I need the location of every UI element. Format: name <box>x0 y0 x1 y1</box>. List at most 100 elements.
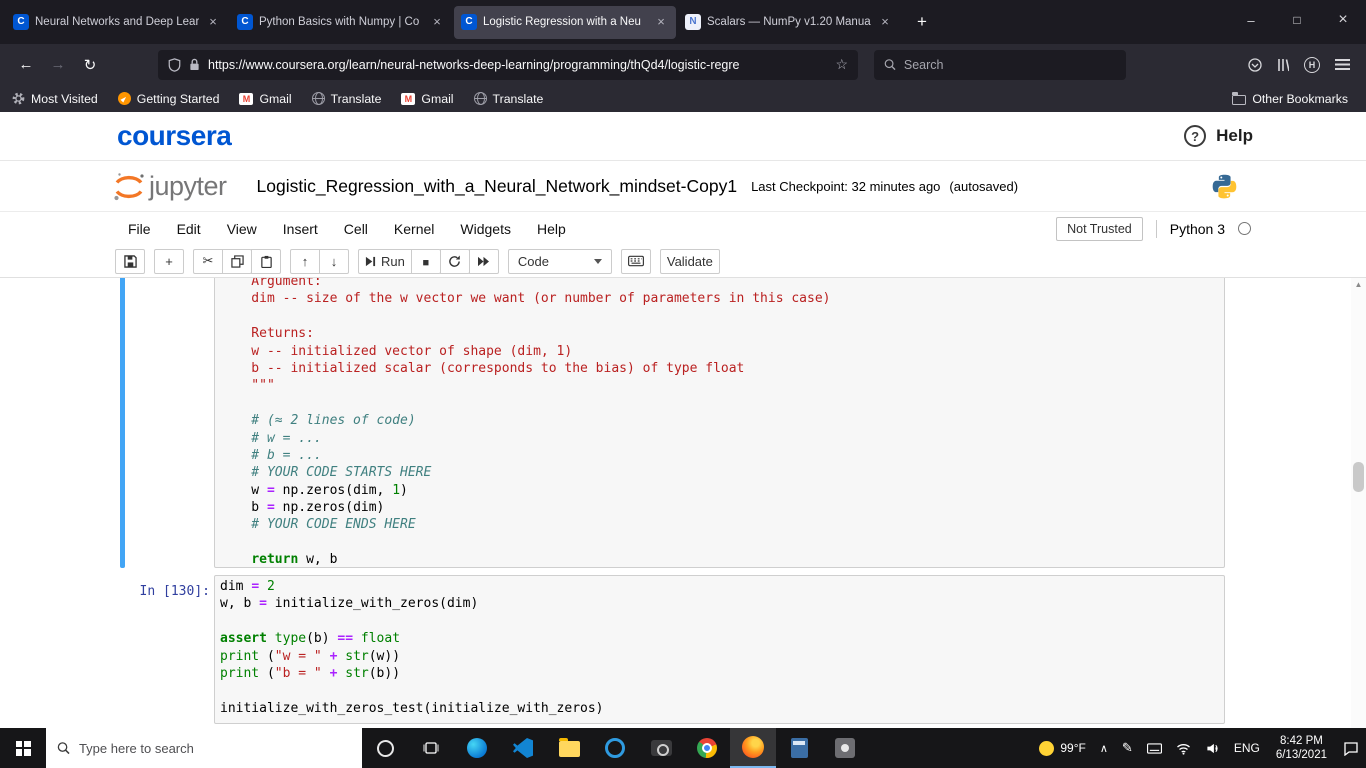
forward-button[interactable] <box>42 50 74 80</box>
window-controls <box>1228 0 1366 40</box>
network-tray-button[interactable] <box>1169 728 1198 768</box>
back-button[interactable] <box>10 50 42 80</box>
edge-app-button[interactable] <box>454 728 500 768</box>
library-icon[interactable] <box>1277 58 1289 72</box>
divider <box>1155 219 1157 238</box>
restart-run-all-button[interactable] <box>468 248 499 274</box>
photos-app-button[interactable] <box>822 728 868 768</box>
blue-ring-app-button[interactable] <box>592 728 638 768</box>
reload-button[interactable] <box>74 50 106 80</box>
sun-icon <box>1039 740 1055 756</box>
vscode-app-button[interactable] <box>500 728 546 768</box>
volume-tray-button[interactable] <box>1198 728 1227 768</box>
notebook-title[interactable]: Logistic_Regression_with_a_Neural_Networ… <box>257 176 738 197</box>
move-cell-up-button[interactable] <box>290 248 320 274</box>
menu-widgets[interactable]: Widgets <box>447 215 524 243</box>
tab-4[interactable]: Scalars — NumPy v1.20 Manual <box>678 6 900 39</box>
chrome-app-button[interactable] <box>684 728 730 768</box>
taskbar-search-input[interactable] <box>78 740 351 756</box>
tracking-shield-icon[interactable] <box>168 57 181 72</box>
run-label: Run <box>381 253 405 269</box>
menu-help[interactable]: Help <box>524 215 579 243</box>
tray-expand-button[interactable] <box>1093 728 1115 768</box>
extension-icon[interactable] <box>1304 56 1320 73</box>
clock[interactable]: 8:42 PM 6/13/2021 <box>1267 728 1336 768</box>
menu-insert[interactable]: Insert <box>270 215 331 243</box>
bookmark-translate-2[interactable]: Translate <box>473 92 543 106</box>
cortana-button[interactable] <box>362 728 408 768</box>
other-bookmarks[interactable]: Other Bookmarks <box>1231 92 1348 106</box>
scrollbar[interactable] <box>1351 278 1366 728</box>
camera-app-button[interactable] <box>638 728 684 768</box>
validate-button[interactable]: Validate <box>659 248 720 274</box>
bookmark-star-icon[interactable] <box>835 56 848 73</box>
paste-cell-button[interactable] <box>251 248 281 274</box>
pocket-icon[interactable] <box>1248 57 1262 72</box>
camera-app-icon <box>650 740 672 756</box>
rocket-icon <box>117 92 131 105</box>
minimize-button[interactable] <box>1228 0 1274 40</box>
scrollbar-thumb[interactable] <box>1353 462 1364 492</box>
bookmark-label: Translate <box>330 91 382 106</box>
menu-kernel[interactable]: Kernel <box>381 215 447 243</box>
menu-icon[interactable] <box>1335 59 1350 70</box>
start-button[interactable] <box>0 728 46 768</box>
tab-1[interactable]: Neural Networks and Deep Lear <box>6 6 228 39</box>
browser-search-box[interactable] <box>874 49 1126 80</box>
weather-widget[interactable]: 99°F <box>1032 728 1092 768</box>
tab-close-icon[interactable] <box>653 14 669 30</box>
taskbar-search-box[interactable] <box>46 728 362 768</box>
firefox-app-button-active[interactable] <box>730 728 776 768</box>
chevron-down-icon <box>593 258 602 264</box>
code-cell-input[interactable]: dim = 2 w, b = initialize_with_zeros(dim)… <box>214 575 1225 724</box>
restart-kernel-button[interactable] <box>439 248 470 274</box>
bookmark-most-visited[interactable]: Most Visited <box>12 92 98 106</box>
bookmark-gmail[interactable]: Gmail <box>239 92 292 106</box>
close-button[interactable] <box>1320 0 1366 40</box>
tab-close-icon[interactable] <box>205 14 221 30</box>
browser-search-input[interactable] <box>903 57 1116 72</box>
scroll-up-icon[interactable] <box>1351 278 1366 292</box>
jupyter-wordmark[interactable]: jupyter <box>149 171 227 202</box>
tab-3-active[interactable]: Logistic Regression with a Neu <box>454 5 676 39</box>
menu-edit[interactable]: Edit <box>164 215 214 243</box>
gear-icon <box>12 92 25 105</box>
calculator-icon <box>790 738 808 758</box>
code-cell-input[interactable]: Argument: dim -- size of the w vector we… <box>214 278 1225 568</box>
add-cell-button[interactable]: + <box>154 248 184 274</box>
tab-close-icon[interactable] <box>877 14 893 30</box>
touch-keyboard-button[interactable] <box>1140 728 1169 768</box>
calculator-app-button[interactable] <box>776 728 822 768</box>
language-indicator[interactable]: ENG <box>1227 728 1267 768</box>
command-palette-button[interactable] <box>620 248 651 274</box>
coursera-logo[interactable]: coursera <box>117 120 232 152</box>
run-button[interactable]: Run <box>358 248 412 274</box>
new-tab-button[interactable] <box>908 8 936 36</box>
url-text[interactable]: https://www.coursera.org/learn/neural-ne… <box>208 58 827 72</box>
time-label: 8:42 PM <box>1280 735 1323 747</box>
file-explorer-button[interactable] <box>546 728 592 768</box>
stop-button[interactable] <box>410 248 441 274</box>
tab-close-icon[interactable] <box>429 14 445 30</box>
menu-file[interactable]: File <box>115 215 164 243</box>
cut-cell-button[interactable] <box>193 248 223 274</box>
bookmark-gmail-2[interactable]: Gmail <box>401 92 454 106</box>
menu-cell[interactable]: Cell <box>331 215 381 243</box>
menu-view[interactable]: View <box>214 215 270 243</box>
cell-type-dropdown[interactable]: Code <box>507 248 612 274</box>
action-center-button[interactable] <box>1336 728 1366 768</box>
tab-2[interactable]: Python Basics with Numpy | Co <box>230 6 452 39</box>
save-button[interactable] <box>115 248 145 274</box>
maximize-button[interactable] <box>1274 0 1320 40</box>
url-bar[interactable]: https://www.coursera.org/learn/neural-ne… <box>158 49 858 80</box>
bookmark-translate[interactable]: Translate <box>311 91 382 106</box>
pen-tray-button[interactable] <box>1115 728 1140 768</box>
help-button[interactable]: Help <box>1184 125 1253 147</box>
copy-cell-button[interactable] <box>222 248 252 274</box>
not-trusted-button[interactable]: Not Trusted <box>1056 216 1143 241</box>
lock-icon[interactable] <box>189 58 200 71</box>
move-cell-down-button[interactable] <box>319 248 349 274</box>
bookmark-getting-started[interactable]: Getting Started <box>117 92 219 106</box>
jupyter-logo-icon[interactable] <box>112 171 146 203</box>
task-view-button[interactable] <box>408 728 454 768</box>
